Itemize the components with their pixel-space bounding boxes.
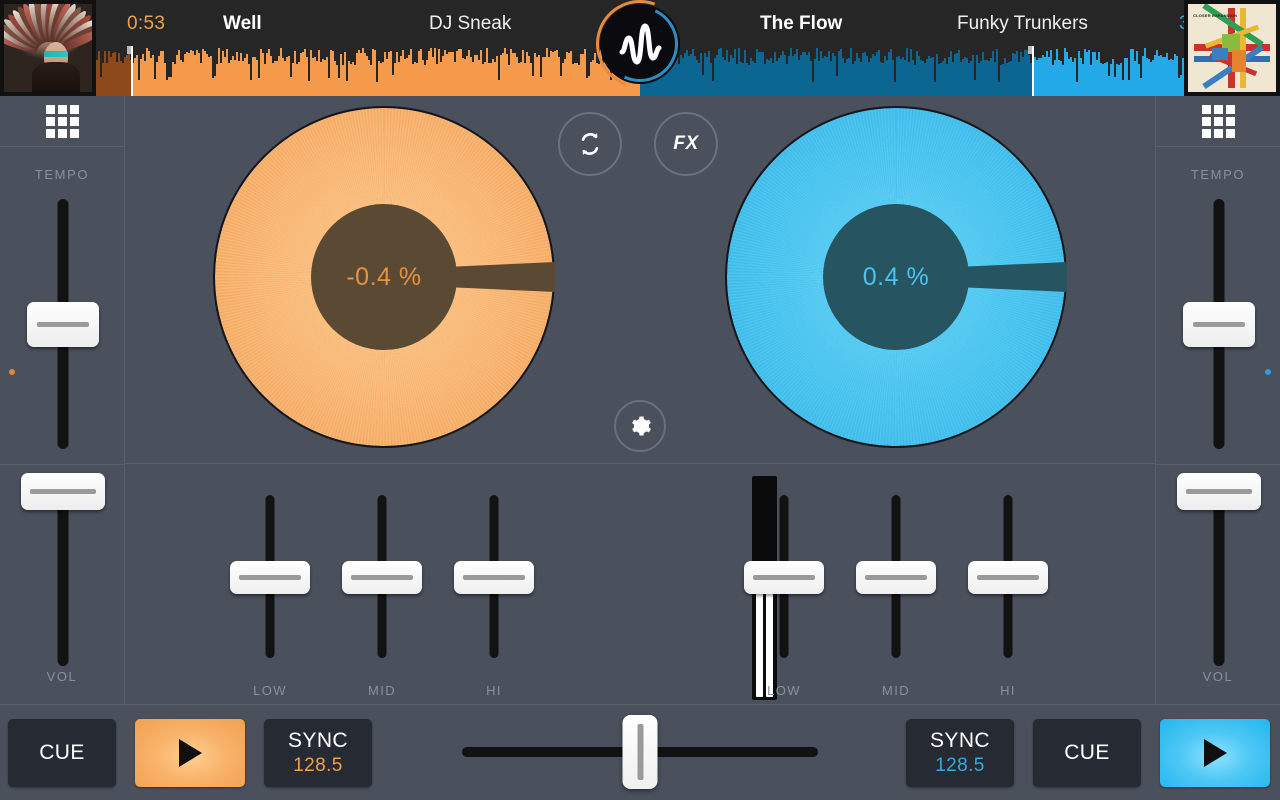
deck-right-tempo-section: TEMPO bbox=[1156, 147, 1280, 465]
grid-icon bbox=[1201, 104, 1235, 138]
deck-right-eq-mid-label: MID bbox=[881, 683, 911, 698]
deck-right-vol-label: VOL bbox=[1202, 669, 1234, 684]
deck-left-library-button[interactable] bbox=[0, 96, 124, 147]
deck-left-vol-label: VOL bbox=[46, 669, 78, 684]
deck-right-cue-label: CUE bbox=[1064, 741, 1110, 764]
app-logo bbox=[581, 0, 699, 103]
album-art-right[interactable]: CLOSER EXPANSION bbox=[1184, 0, 1280, 96]
eq-area: LOW MID HI LOW MID HI bbox=[125, 465, 1155, 704]
deck-left-bpm-value: 128.5 bbox=[293, 755, 343, 776]
crossfader[interactable] bbox=[462, 704, 818, 800]
deck-left-tempo-label: TEMPO bbox=[34, 167, 90, 182]
deck-left-track-artist: DJ Sneak bbox=[429, 13, 512, 34]
deck-left-eq-low-handle[interactable] bbox=[230, 560, 310, 594]
deck-right-eq-hi-handle[interactable] bbox=[968, 560, 1048, 594]
deck-left-eq-hi-label: HI bbox=[486, 683, 502, 698]
waveform-logo-icon bbox=[619, 23, 662, 65]
grid-icon bbox=[45, 104, 79, 138]
deck-left-turntable[interactable]: -0.4 % bbox=[213, 106, 555, 448]
track-info-bar: 0:53 Well DJ Sneak The Flow Funky Trunke… bbox=[0, 0, 1280, 103]
deck-left-tempo-handle[interactable] bbox=[26, 302, 99, 347]
deck-left-cue-button[interactable]: CUE bbox=[8, 719, 116, 787]
deck-left-tempo-slider[interactable] bbox=[0, 199, 125, 449]
deck-left-eq-hi-handle[interactable] bbox=[454, 560, 534, 594]
deck-left-track-title: Well bbox=[223, 13, 262, 34]
deck-left-sync-button[interactable]: SYNC 128.5 bbox=[264, 719, 372, 787]
fx-button[interactable]: FX bbox=[654, 112, 718, 176]
settings-button[interactable] bbox=[614, 400, 666, 452]
album-art-right-image: CLOSER EXPANSION bbox=[1188, 4, 1276, 92]
play-icon bbox=[178, 739, 202, 767]
deck-left-eq-mid-label: MID bbox=[367, 683, 397, 698]
deck-right-play-button[interactable] bbox=[1160, 719, 1270, 787]
deck-left-side-panel: TEMPO VOL bbox=[0, 96, 125, 704]
deck-right-sync-button[interactable]: SYNC 128.5 bbox=[906, 719, 1014, 787]
deck-right-library-button[interactable] bbox=[1156, 96, 1280, 147]
gear-icon bbox=[632, 416, 651, 436]
deck-right-volume-handle[interactable] bbox=[1176, 473, 1261, 510]
deck-right-eq-low-label: LOW bbox=[767, 683, 801, 698]
deck-left-waveform[interactable] bbox=[96, 46, 640, 96]
deck-left-header: 0:53 Well DJ Sneak bbox=[96, 0, 640, 96]
deck-right-tempo-label: TEMPO bbox=[1190, 167, 1246, 182]
album-art-right-caption: CLOSER EXPANSION bbox=[1193, 13, 1238, 18]
deck-right-eq-hi-label: HI bbox=[1000, 683, 1016, 698]
fx-button-label: FX bbox=[673, 133, 699, 154]
crossfader-handle[interactable] bbox=[622, 715, 658, 789]
mixer-center: -0.4 % 0.4 % FX LOW MID HI LOW MID HI bbox=[125, 96, 1155, 704]
deck-left-volume-handle[interactable] bbox=[20, 473, 105, 510]
deck-left-tempo-indicator-dot bbox=[9, 369, 15, 375]
deck-right-tempo-slider[interactable] bbox=[1156, 199, 1280, 449]
deck-right-volume-slider[interactable] bbox=[1156, 473, 1280, 666]
deck-left-elapsed-time: 0:53 bbox=[127, 13, 166, 34]
deck-left-tempo-section: TEMPO bbox=[0, 147, 124, 465]
deck-left-pitch-display: -0.4 % bbox=[311, 204, 457, 350]
deck-right-side-panel: TEMPO VOL bbox=[1155, 96, 1280, 704]
loop-icon bbox=[581, 133, 599, 155]
deck-left-cue-label: CUE bbox=[39, 741, 85, 764]
deck-right-tempo-indicator-dot bbox=[1265, 369, 1271, 375]
deck-left-play-button[interactable] bbox=[135, 719, 245, 787]
dj-mixer-app: 0:53 Well DJ Sneak The Flow Funky Trunke… bbox=[0, 0, 1280, 800]
deck-left-eq-mid-handle[interactable] bbox=[342, 560, 422, 594]
deck-right-header: The Flow Funky Trunkers 3:36 bbox=[640, 0, 1217, 96]
deck-left-volume-slider[interactable] bbox=[0, 473, 125, 666]
deck-right-volume-section: VOL bbox=[1156, 465, 1280, 704]
album-art-left[interactable] bbox=[0, 0, 96, 96]
deck-left-eq-low-label: LOW bbox=[253, 683, 287, 698]
deck-right-eq-low-handle[interactable] bbox=[744, 560, 824, 594]
turntables-area: -0.4 % 0.4 % FX bbox=[125, 96, 1155, 464]
deck-right-turntable[interactable]: 0.4 % bbox=[725, 106, 1067, 448]
deck-right-sync-label: SYNC bbox=[930, 729, 990, 752]
deck-right-waveform[interactable] bbox=[640, 46, 1184, 96]
deck-right-track-artist: Funky Trunkers bbox=[957, 13, 1088, 34]
deck-right-cue-button[interactable]: CUE bbox=[1033, 719, 1141, 787]
play-icon bbox=[1203, 739, 1227, 767]
deck-left-volume-section: VOL bbox=[0, 465, 124, 704]
loop-button[interactable] bbox=[558, 112, 622, 176]
album-art-left-image bbox=[4, 4, 92, 92]
deck-right-tempo-handle[interactable] bbox=[1182, 302, 1255, 347]
deck-right-pitch-display: 0.4 % bbox=[823, 204, 969, 350]
deck-right-eq-mid-handle[interactable] bbox=[856, 560, 936, 594]
deck-right-track-title: The Flow bbox=[760, 13, 843, 34]
deck-right-bpm-value: 128.5 bbox=[935, 755, 985, 776]
deck-left-sync-label: SYNC bbox=[288, 729, 348, 752]
